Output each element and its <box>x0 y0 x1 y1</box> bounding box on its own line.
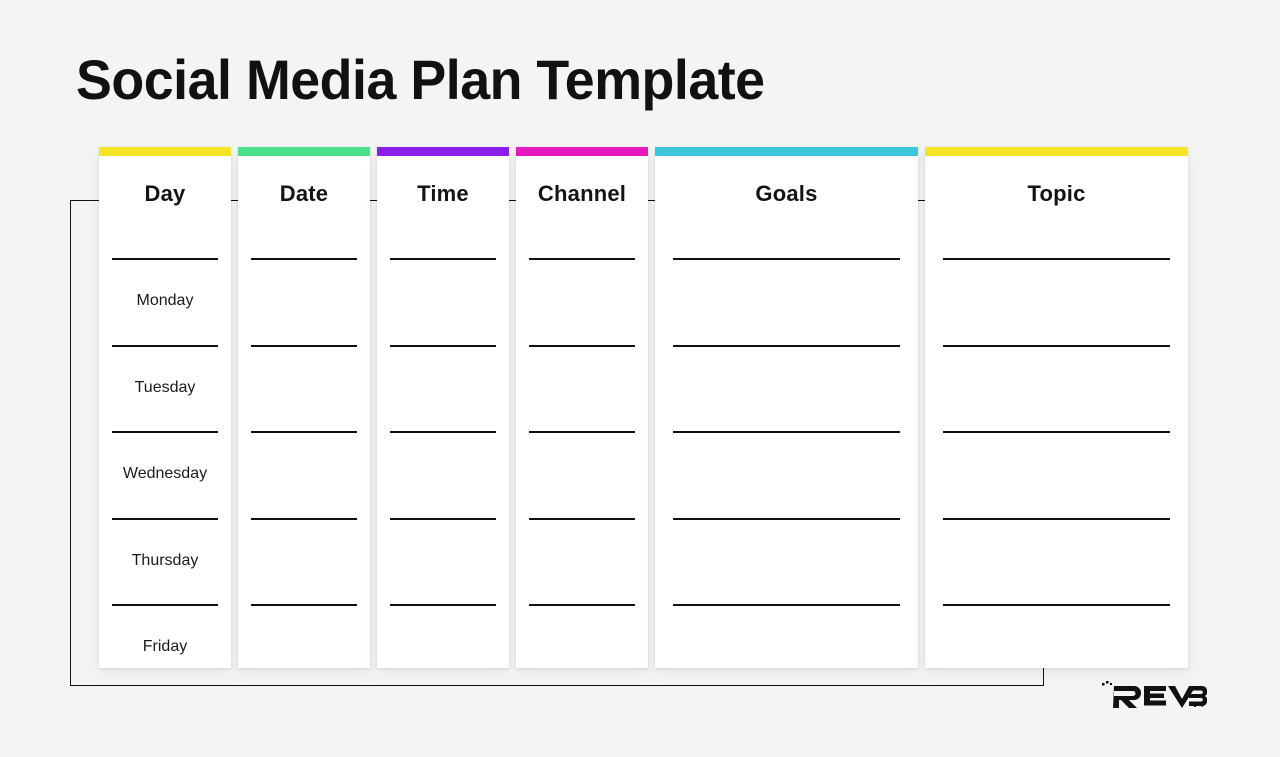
cell-label-day-row-1: Monday <box>136 292 194 310</box>
cell-channel-row-3[interactable] <box>529 431 635 518</box>
cell-channel-row-2[interactable] <box>529 344 635 432</box>
column-accent-channel <box>516 147 648 156</box>
column-card-time: Time <box>377 147 509 668</box>
cell-time-row-1[interactable] <box>390 258 496 345</box>
cell-day-row-2[interactable]: Tuesday <box>112 344 218 432</box>
column-header-date: Date <box>279 181 329 206</box>
reverb-logo-icon <box>1102 681 1208 708</box>
column-header-channel: Channel <box>537 181 627 206</box>
column-accent-time <box>377 147 509 156</box>
cell-time-row-2[interactable] <box>390 344 496 432</box>
cell-goals-row-3[interactable] <box>673 431 900 518</box>
cell-day-row-5[interactable]: Friday <box>112 604 218 691</box>
cell-label-day-row-5: Friday <box>142 638 188 656</box>
column-header-topic: Topic <box>1027 181 1086 206</box>
column-card-date: Date <box>238 147 370 668</box>
cell-channel-row-4[interactable] <box>529 517 635 605</box>
column-accent-day <box>99 147 231 156</box>
page-title: Social Media Plan Template <box>76 48 765 111</box>
cell-day-row-3[interactable]: Wednesday <box>112 431 218 518</box>
cell-date-row-4[interactable] <box>251 517 357 605</box>
column-accent-topic <box>925 147 1188 156</box>
cell-topic-row-1[interactable] <box>943 258 1170 345</box>
cell-channel-row-1[interactable] <box>529 258 635 345</box>
cell-day-row-1[interactable]: Monday <box>112 258 218 345</box>
cell-time-row-3[interactable] <box>390 431 496 518</box>
column-header-day: Day <box>144 181 186 206</box>
cell-date-row-5[interactable] <box>251 604 357 691</box>
column-body-channel <box>516 232 648 668</box>
cell-date-row-2[interactable] <box>251 344 357 432</box>
column-card-channel: Channel <box>516 147 648 668</box>
cell-goals-row-1[interactable] <box>673 258 900 345</box>
cell-topic-row-3[interactable] <box>943 431 1170 518</box>
cell-label-day-row-3: Wednesday <box>122 465 208 483</box>
column-card-topic: Topic <box>925 147 1188 668</box>
cell-goals-row-2[interactable] <box>673 344 900 432</box>
cell-day-row-4[interactable]: Thursday <box>112 517 218 605</box>
column-body-topic <box>925 232 1188 668</box>
cell-label-day-row-2: Tuesday <box>134 378 196 396</box>
column-header-goals: Goals <box>755 181 818 206</box>
cell-goals-row-5[interactable] <box>673 604 900 691</box>
cell-channel-row-5[interactable] <box>529 604 635 691</box>
column-body-day: Monday Tuesday Wednesday Thursday Friday <box>99 232 231 668</box>
column-body-time <box>377 232 509 668</box>
column-accent-goals <box>655 147 918 156</box>
cell-time-row-4[interactable] <box>390 517 496 605</box>
cell-topic-row-4[interactable] <box>943 517 1170 605</box>
cell-label-day-row-4: Thursday <box>131 551 199 569</box>
cell-time-row-5[interactable] <box>390 604 496 691</box>
column-header-time: Time <box>417 181 469 206</box>
cell-date-row-1[interactable] <box>251 258 357 345</box>
column-card-day: Day Monday Tuesday Wednesday Thursday Friday <box>99 147 231 668</box>
cell-date-row-3[interactable] <box>251 431 357 518</box>
reverb-logo <box>1101 676 1208 708</box>
cell-goals-row-4[interactable] <box>673 517 900 605</box>
column-body-goals <box>655 232 918 668</box>
column-body-date <box>238 232 370 668</box>
column-card-goals: Goals <box>655 147 918 668</box>
cell-topic-row-2[interactable] <box>943 344 1170 432</box>
plan-table: Day Monday Tuesday Wednesday Thursday Friday D… <box>99 147 1207 668</box>
column-accent-date <box>238 147 370 156</box>
